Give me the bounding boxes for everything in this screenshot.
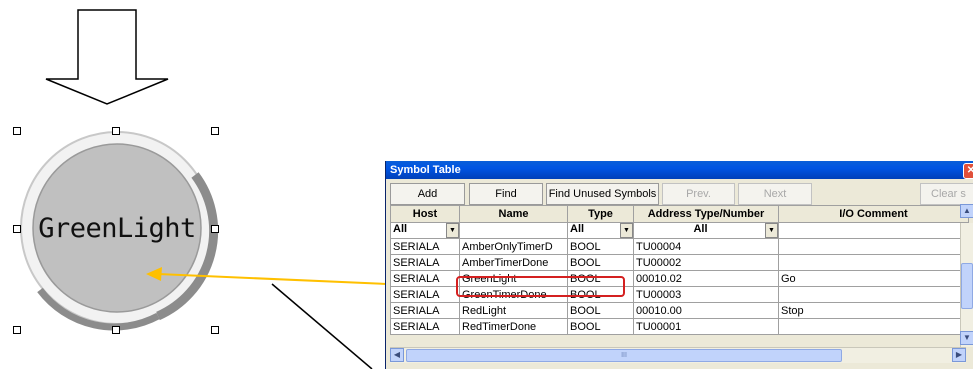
selection-handle-bottom-left[interactable] <box>13 326 21 334</box>
scroll-left-icon[interactable]: ◀ <box>390 348 404 362</box>
cell-type: BOOL <box>567 270 634 287</box>
find-unused-symbols-button[interactable]: Find Unused Symbols <box>546 183 659 205</box>
symbol-table: Host Name Type Address Type/Number I/O C… <box>390 205 969 335</box>
symbol-table-window: Symbol Table ✕ Add Find Find Unused Symb… <box>385 161 973 369</box>
cell-name: GreenLight <box>459 270 568 287</box>
selection-handle-left[interactable] <box>13 225 21 233</box>
selection-handle-top-left[interactable] <box>13 127 21 135</box>
selection-handle-top-right[interactable] <box>211 127 219 135</box>
cell-type: BOOL <box>567 286 634 303</box>
cell-address: TU00003 <box>633 286 779 303</box>
chevron-down-icon[interactable]: ▼ <box>446 223 459 238</box>
filter-row: All ▼ All ▼ All ▼ <box>390 222 969 239</box>
cell-io-comment <box>778 318 969 335</box>
type-filter-value: All <box>570 223 585 236</box>
type-filter[interactable]: All ▼ <box>567 222 634 239</box>
horizontal-scroll-thumb[interactable]: III <box>406 349 842 362</box>
table-row[interactable]: SERIALA AmberOnlyTimerD BOOL TU00004 <box>390 238 969 255</box>
scroll-down-icon[interactable]: ▼ <box>960 331 973 345</box>
column-header-name[interactable]: Name <box>459 205 568 223</box>
horizontal-scrollbar[interactable]: ◀ III ▶ <box>390 347 966 363</box>
vertical-scrollbar[interactable]: ▲ ▼ <box>960 204 973 347</box>
cell-name: GreenTimerDone <box>459 286 568 303</box>
cell-name: RedLight <box>459 302 568 319</box>
column-header-io-comment[interactable]: I/O Comment <box>778 205 969 223</box>
cell-type: BOOL <box>567 238 634 255</box>
name-filter[interactable] <box>459 222 568 239</box>
cell-address: TU00002 <box>633 254 779 271</box>
cell-host: SERIALA <box>390 254 460 271</box>
prev-button[interactable]: Prev. <box>662 183 735 205</box>
leader-line <box>271 283 373 369</box>
cell-name: AmberTimerDone <box>459 254 568 271</box>
cell-type: BOOL <box>567 302 634 319</box>
scroll-right-icon[interactable]: ▶ <box>952 348 966 362</box>
selection-handle-top[interactable] <box>112 127 120 135</box>
cell-host: SERIALA <box>390 302 460 319</box>
scroll-up-icon[interactable]: ▲ <box>960 204 973 218</box>
column-header-address[interactable]: Address Type/Number <box>633 205 779 223</box>
add-button[interactable]: Add <box>390 183 465 205</box>
cell-name: RedTimerDone <box>459 318 568 335</box>
cell-io-comment <box>778 238 969 255</box>
lamp-label: GreenLight <box>38 213 196 244</box>
cell-host: SERIALA <box>390 286 460 303</box>
selection-handle-bottom-right[interactable] <box>211 326 219 334</box>
next-button[interactable]: Next <box>738 183 812 205</box>
address-filter-value: All <box>693 223 708 236</box>
cell-io-comment: Go <box>778 270 969 287</box>
cell-address: 00010.00 <box>633 302 779 319</box>
table-row[interactable]: SERIALA AmberTimerDone BOOL TU00002 <box>390 254 969 271</box>
selection-handle-bottom[interactable] <box>112 326 120 334</box>
chevron-down-icon[interactable]: ▼ <box>620 223 633 238</box>
cell-address: TU00004 <box>633 238 779 255</box>
cell-io-comment: Stop <box>778 302 969 319</box>
io-comment-filter[interactable] <box>778 222 969 239</box>
down-block-arrow <box>45 9 169 105</box>
cell-type: BOOL <box>567 254 634 271</box>
address-filter[interactable]: All ▼ <box>633 222 779 239</box>
table-row[interactable]: SERIALA GreenLight BOOL 00010.02 Go <box>390 270 969 287</box>
host-filter-value: All <box>393 223 408 236</box>
vertical-scroll-thumb[interactable] <box>961 263 973 309</box>
window-titlebar[interactable]: Symbol Table ✕ <box>386 161 973 179</box>
cell-host: SERIALA <box>390 270 460 287</box>
close-icon[interactable]: ✕ <box>963 163 973 179</box>
table-row[interactable]: SERIALA GreenTimerDone BOOL TU00003 <box>390 286 969 303</box>
cell-type: BOOL <box>567 318 634 335</box>
toolbar: Add Find Find Unused Symbols Prev. Next … <box>386 179 973 206</box>
host-filter[interactable]: All ▼ <box>390 222 460 239</box>
find-button[interactable]: Find <box>469 183 543 205</box>
cell-name: AmberOnlyTimerD <box>459 238 568 255</box>
chevron-down-icon[interactable]: ▼ <box>765 223 778 238</box>
window-title: Symbol Table <box>390 164 461 176</box>
table-row[interactable]: SERIALA RedTimerDone BOOL TU00001 <box>390 318 969 335</box>
table-header-row: Host Name Type Address Type/Number I/O C… <box>390 205 969 223</box>
cell-address: TU00001 <box>633 318 779 335</box>
cell-host: SERIALA <box>390 238 460 255</box>
table-row[interactable]: SERIALA RedLight BOOL 00010.00 Stop <box>390 302 969 319</box>
column-header-type[interactable]: Type <box>567 205 634 223</box>
selection-handle-right[interactable] <box>211 225 219 233</box>
column-header-host[interactable]: Host <box>390 205 460 223</box>
cell-host: SERIALA <box>390 318 460 335</box>
cell-io-comment <box>778 286 969 303</box>
clear-button[interactable]: Clear s <box>920 183 973 205</box>
cell-io-comment <box>778 254 969 271</box>
cell-address: 00010.02 <box>633 270 779 287</box>
